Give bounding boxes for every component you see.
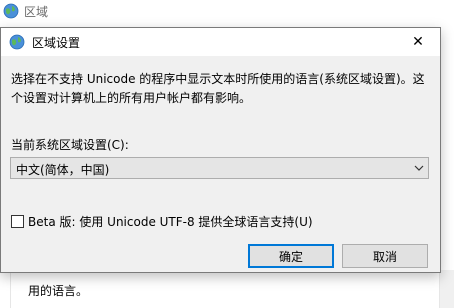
- dialog-title: 区域设置: [32, 36, 81, 50]
- globe-icon: [3, 3, 19, 19]
- background-scrollbar[interactable]: [440, 270, 454, 308]
- cancel-button[interactable]: 取消: [342, 244, 428, 268]
- system-locale-value: 中文(简体，中国): [16, 163, 110, 177]
- beta-utf8-label: Beta 版: 使用 Unicode UTF-8 提供全球语言支持(U): [28, 215, 313, 229]
- current-locale-label: 当前系统区域设置(C):: [11, 138, 129, 152]
- beta-utf8-option[interactable]: Beta 版: 使用 Unicode UTF-8 提供全球语言支持(U): [11, 213, 313, 230]
- close-icon: ✕: [412, 34, 424, 50]
- globe-icon: [9, 34, 25, 50]
- background-window-title: 区域: [24, 5, 49, 19]
- region-settings-dialog: 区域设置 ✕ 选择在不支持 Unicode 的程序中显示文本时所使用的语言(系统…: [0, 27, 441, 273]
- background-text: 用的语言。: [28, 284, 89, 298]
- system-locale-dropdown[interactable]: 中文(简体，中国): [10, 157, 429, 179]
- chevron-down-icon: [414, 165, 424, 171]
- close-button[interactable]: ✕: [396, 28, 440, 56]
- dialog-description: 选择在不支持 Unicode 的程序中显示文本时所使用的语言(系统区域设置)。这…: [11, 72, 425, 105]
- ok-button[interactable]: 确定: [248, 244, 334, 268]
- background-titlebar: 区域: [0, 0, 454, 22]
- beta-utf8-checkbox[interactable]: [11, 215, 24, 228]
- dialog-titlebar[interactable]: 区域设置 ✕: [1, 28, 440, 56]
